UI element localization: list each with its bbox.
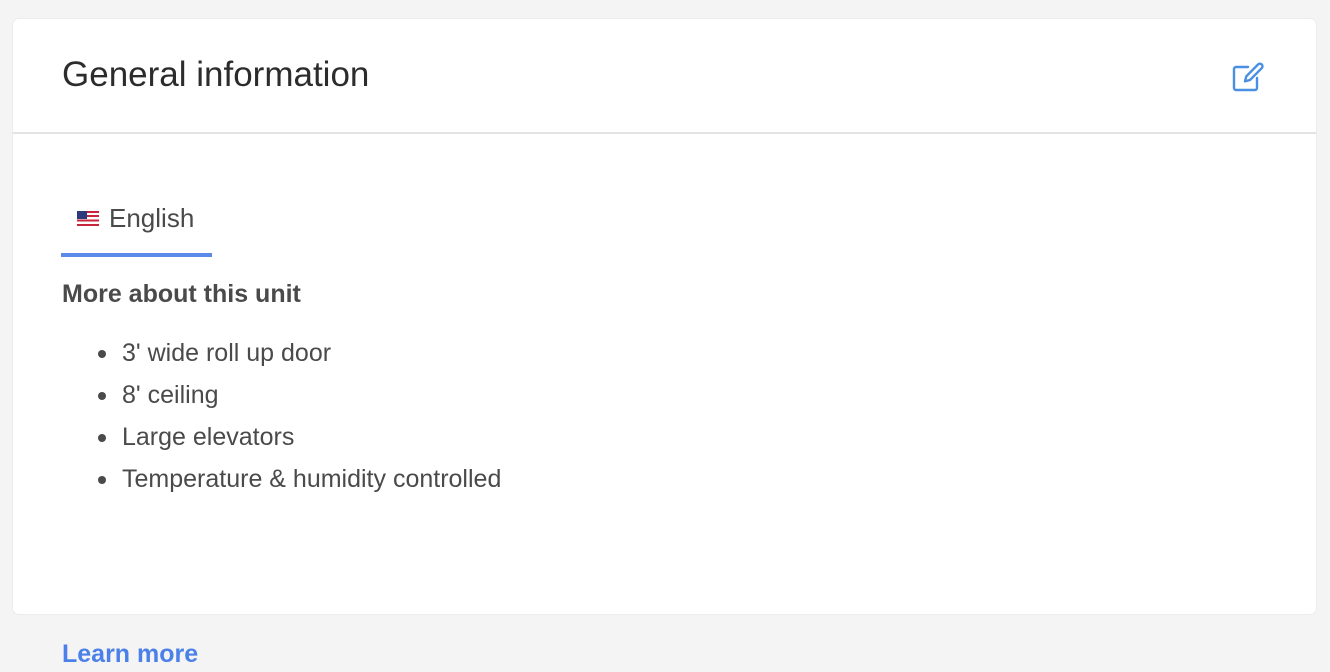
- us-flag-icon: [77, 211, 99, 226]
- list-item: Temperature & humidity controlled: [62, 458, 501, 500]
- list-item: 8' ceiling: [62, 374, 501, 416]
- general-info-card: General information English More about t…: [13, 19, 1316, 668]
- tab-label: English: [109, 203, 195, 233]
- learn-more-link[interactable]: Learn more: [62, 636, 198, 672]
- card-title: General information: [62, 55, 370, 94]
- feature-text: 3' wide roll up door: [122, 339, 332, 367]
- feature-text: 8' ceiling: [122, 381, 219, 409]
- bullet-icon: [98, 476, 106, 484]
- feature-text: Temperature & humidity controlled: [122, 465, 502, 493]
- section-heading: More about this unit: [62, 280, 301, 308]
- edit-pencil-icon: [1232, 62, 1264, 92]
- list-item: 3' wide roll up door: [62, 332, 501, 374]
- bullet-icon: [98, 350, 106, 358]
- bullet-icon: [98, 392, 106, 400]
- bullet-icon: [98, 434, 106, 442]
- card-header: General information: [13, 19, 1316, 134]
- list-item: Large elevators: [62, 416, 501, 458]
- feature-list: 3' wide roll up door 8' ceiling Large el…: [62, 332, 501, 500]
- tab-english[interactable]: English: [61, 200, 212, 257]
- feature-text: Large elevators: [122, 423, 295, 451]
- edit-button[interactable]: [1230, 59, 1266, 95]
